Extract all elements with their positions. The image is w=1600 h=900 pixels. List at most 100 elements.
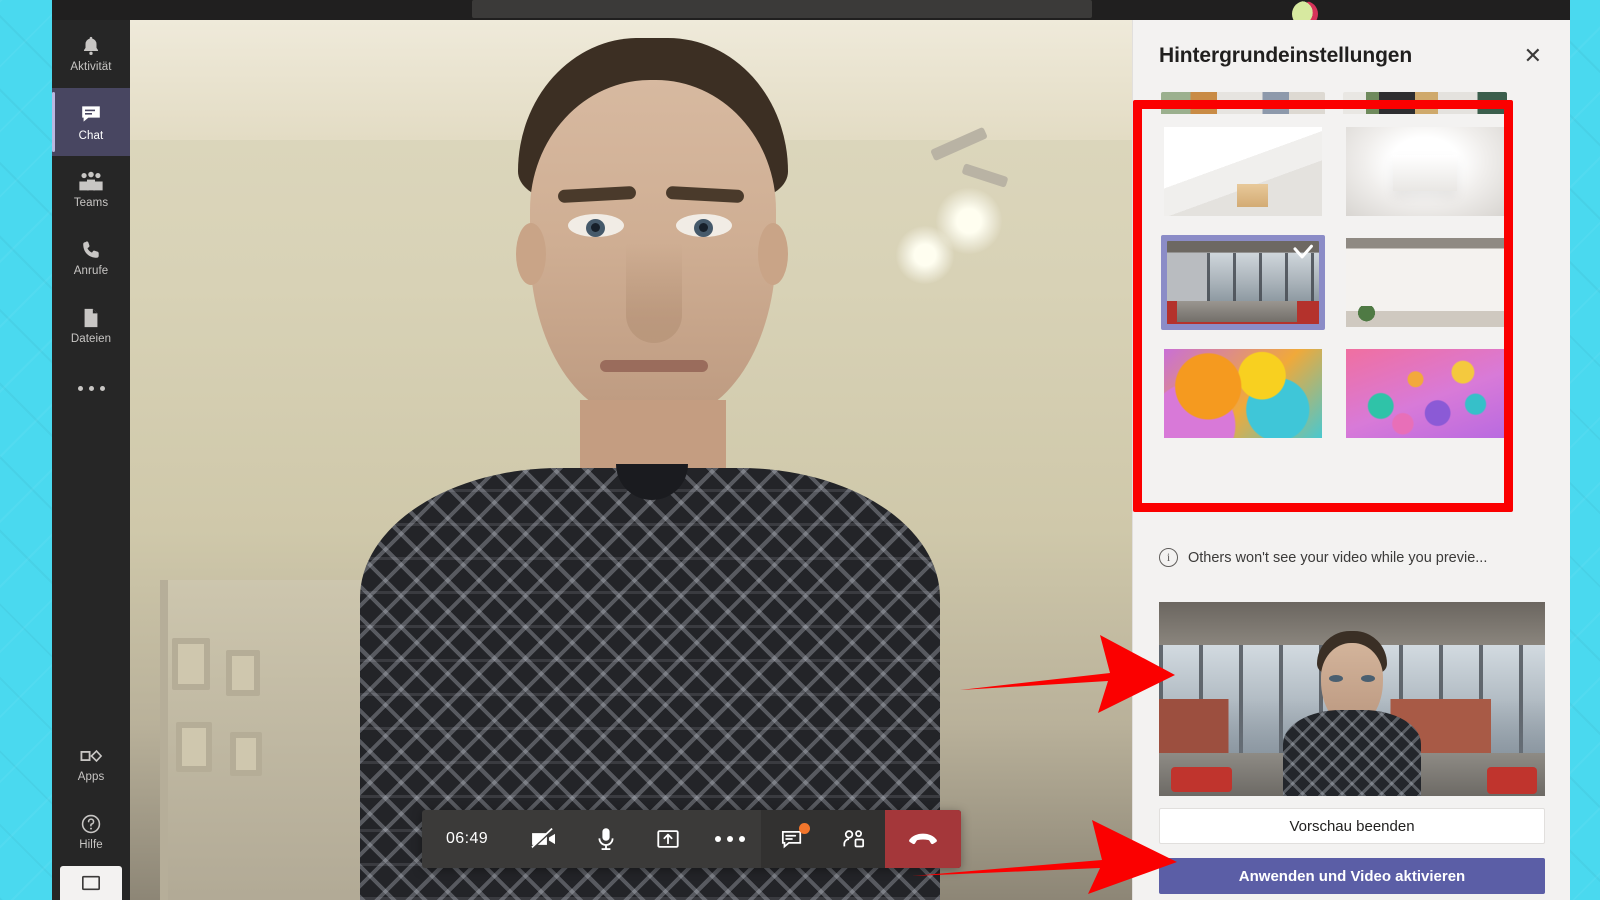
background-thumbnail-bg-white-plant[interactable] [1343,235,1507,330]
ear-left [516,223,546,285]
thumbnail-image [1346,238,1504,327]
teams-icon [78,171,104,193]
screen: Aktivität Chat Teams Anrufe Dateien Apps… [0,0,1600,900]
video-stage[interactable]: 06:49 [130,20,1132,900]
sidebar-item-label: Dateien [70,332,112,345]
wall-frame [226,650,260,696]
thumbnail-image [1164,127,1322,216]
eye-left [568,214,624,237]
background-thumbnail-grid [1133,124,1570,441]
sidebar-item-hilfe[interactable]: Hilfe [52,798,130,866]
controls-left-group: 06:49 [422,810,762,868]
camera-off-icon [530,828,558,850]
share-screen-icon [656,828,680,850]
close-icon[interactable]: ✕ [1524,45,1542,67]
preview-sofa [1487,766,1538,795]
background-thumbnail-bg-loft[interactable] [1161,235,1325,330]
eye-right [676,214,732,237]
sidebar-item-apps[interactable]: Apps [52,730,130,798]
sidebar-app-chip[interactable] [60,866,122,900]
apps-icon [79,745,103,767]
lamp-glow [896,226,954,284]
wall-frame [230,732,262,776]
preview-sofa [1170,766,1233,793]
sidebar-item-label: Anrufe [73,264,109,277]
background-thumbnail-bg-white-atrium[interactable] [1161,124,1325,219]
sidebar: Aktivität Chat Teams Anrufe Dateien Apps… [52,20,130,900]
info-icon: i [1159,548,1178,567]
background-thumbnail-bg-balloons[interactable] [1161,346,1325,441]
sidebar-more-button[interactable] [52,360,130,416]
more-options-button[interactable] [699,810,761,868]
teams-window: Aktivität Chat Teams Anrufe Dateien Apps… [52,0,1570,900]
page-title: Hintergrundeinstellungen [1159,44,1413,67]
mouth [600,360,708,372]
iris [586,219,605,237]
search-input[interactable] [472,0,1092,18]
thumbnail-partial[interactable] [1343,92,1507,114]
preview-participant [1277,631,1427,796]
sidebar-item-label: Aktivität [70,60,112,73]
more-dots-icon [715,836,746,842]
dot [88,385,94,391]
sidebar-item-chat[interactable]: Chat [52,88,130,156]
dot [99,385,105,391]
meeting-timer: 06:49 [446,830,489,847]
preview-eye-left [1329,675,1343,682]
participant-video [360,38,940,900]
sidebar-item-label: Chat [78,129,104,142]
file-icon [81,307,101,329]
sidebar-item-aktivitaet[interactable]: Aktivität [52,20,130,88]
background-thumbnail-bg-white-gallery[interactable] [1343,124,1507,219]
dot [739,836,746,842]
thumbnail-partial[interactable] [1161,92,1325,114]
background-settings-panel: Hintergrundeinstellungen ✕ i Others won'… [1132,20,1570,900]
check-icon [1293,244,1313,259]
meeting-chat-button[interactable] [761,810,823,868]
phone-icon [80,239,102,261]
hangup-button[interactable] [885,810,962,868]
ear-right [758,223,788,285]
sidebar-item-label: Teams [73,196,109,209]
nose [626,243,682,343]
sidebar-item-label: Hilfe [79,838,103,851]
sidebar-item-label: Apps [77,770,105,783]
thumbnail-scroll-peek [1133,92,1570,114]
iris [694,219,713,237]
meeting-controls: 06:49 [422,810,962,868]
sidebar-item-dateien[interactable]: Dateien [52,292,130,360]
participants-button[interactable] [823,810,885,868]
dot [715,836,722,842]
title-bar [52,0,1570,27]
dot [727,836,734,842]
controls-right-group [761,810,962,868]
sidebar-item-teams[interactable]: Teams [52,156,130,224]
background-thumbnail-grid-wrapper[interactable] [1133,92,1570,532]
window-icon [82,875,100,891]
preview-sweater [1283,710,1421,796]
microphone-icon [596,827,616,851]
chat-icon [79,102,103,126]
hangup-icon [908,829,938,849]
thumbnail-image [1346,127,1504,216]
wall-frame [172,638,210,690]
background-thumbnail-bg-spheres[interactable] [1343,346,1507,441]
apply-button[interactable]: Anwenden und Video aktivieren [1159,858,1545,894]
dot [77,385,83,391]
microphone-button[interactable] [575,810,637,868]
share-screen-button[interactable] [637,810,699,868]
video-preview [1159,602,1545,796]
bell-icon [80,35,102,57]
wall-frame [176,722,212,772]
preview-eye-right [1361,675,1375,682]
help-icon [80,813,102,835]
camera-toggle-button[interactable] [513,810,575,868]
chat-unread-badge [799,823,811,834]
thumbnail-image [1164,349,1322,438]
sidebar-bottom: Apps Hilfe [52,730,130,900]
preview-info-row: i Others won't see your video while you … [1133,548,1570,567]
sidebar-item-anrufe[interactable]: Anrufe [52,224,130,292]
thumbnail-image [1346,349,1504,438]
stop-preview-button[interactable]: Vorschau beenden [1159,808,1545,844]
panel-header: Hintergrundeinstellungen ✕ [1133,20,1570,92]
